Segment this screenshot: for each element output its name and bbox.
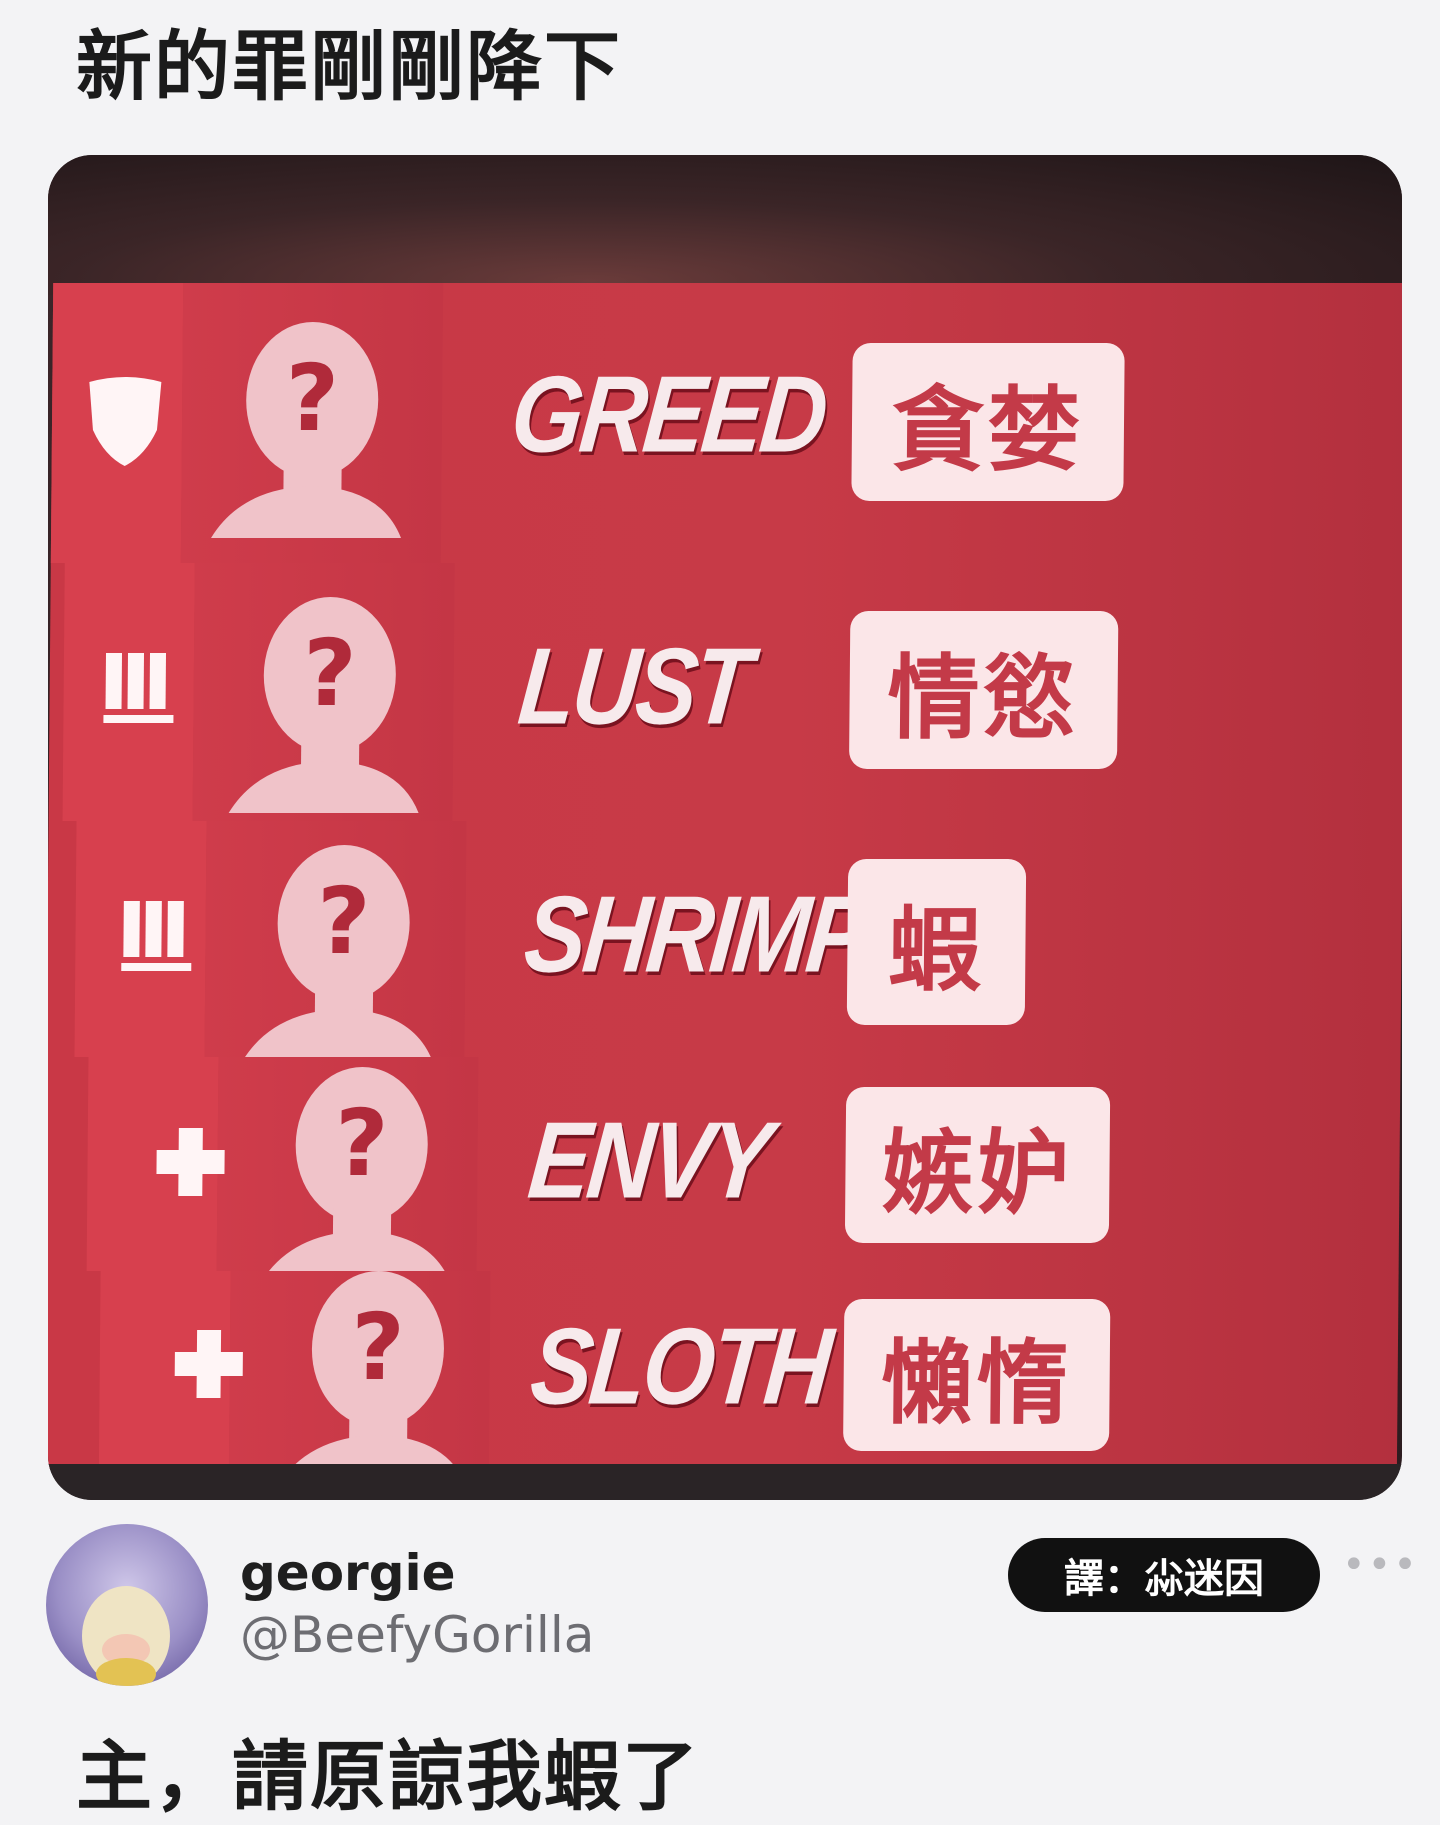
hero-row: ? GREED 貪婪 <box>50 283 1402 566</box>
translation-tag: 情慾 <box>848 611 1119 769</box>
question-mark-icon: ? <box>317 868 371 975</box>
hero-name: GREED <box>506 354 831 476</box>
translation-tag: 嫉妒 <box>844 1087 1111 1243</box>
page-caption: 新的罪剛剛降下 <box>76 22 622 111</box>
hero-panel: ? GREED 貪婪 ? LUST 情慾 ? SHRIMP 蝦 ? ENVY 嫉… <box>48 283 1402 1487</box>
question-mark-icon: ? <box>303 620 357 727</box>
hero-name: SHRIMP <box>519 874 872 996</box>
hero-row: ? ENVY 嫉妒 <box>48 1057 1401 1283</box>
author-name[interactable]: georgie <box>240 1544 456 1602</box>
unknown-player-icon: ? <box>242 845 433 1061</box>
avatar[interactable] <box>46 1524 208 1686</box>
unknown-player-icon: ? <box>260 1067 451 1283</box>
hero-name: ENVY <box>523 1100 775 1222</box>
translation-tag: 蝦 <box>846 859 1027 1025</box>
hero-row: ? SLOTH 懶惰 <box>48 1271 1399 1487</box>
health-cross-icon <box>145 1117 236 1207</box>
image-backdrop <box>48 155 1402 295</box>
unknown-player-icon: ? <box>276 1271 467 1487</box>
author-handle[interactable]: @BeefyGorilla <box>240 1606 594 1664</box>
translation-tag: 貪婪 <box>851 343 1125 501</box>
unknown-player-icon: ? <box>211 322 402 538</box>
health-cross-icon <box>163 1319 254 1409</box>
more-options-icon[interactable]: ••• <box>1342 1542 1419 1588</box>
meme-image: ? GREED 貪婪 ? LUST 情慾 ? SHRIMP 蝦 ? ENVY 嫉… <box>48 155 1402 1500</box>
hero-name: SLOTH <box>525 1306 835 1428</box>
question-mark-icon: ? <box>285 345 339 452</box>
tweet-author: georgie @BeefyGorilla 譯：尛迷因 ••• <box>46 1524 1417 1694</box>
translator-badge: 譯：尛迷因 <box>1008 1538 1320 1612</box>
tweet-text: 主，請原諒我蝦了 <box>76 1732 700 1821</box>
ammo-icon <box>99 643 190 733</box>
question-mark-icon: ? <box>351 1294 405 1401</box>
unknown-player-icon: ? <box>228 597 419 813</box>
hero-row: ? SHRIMP 蝦 <box>48 821 1402 1061</box>
shield-icon <box>80 375 171 466</box>
translation-tag: 懶惰 <box>843 1299 1111 1451</box>
hero-name: LUST <box>513 626 754 748</box>
question-mark-icon: ? <box>335 1090 389 1197</box>
ammo-icon <box>117 891 208 981</box>
hero-row: ? LUST 情慾 <box>48 563 1402 824</box>
